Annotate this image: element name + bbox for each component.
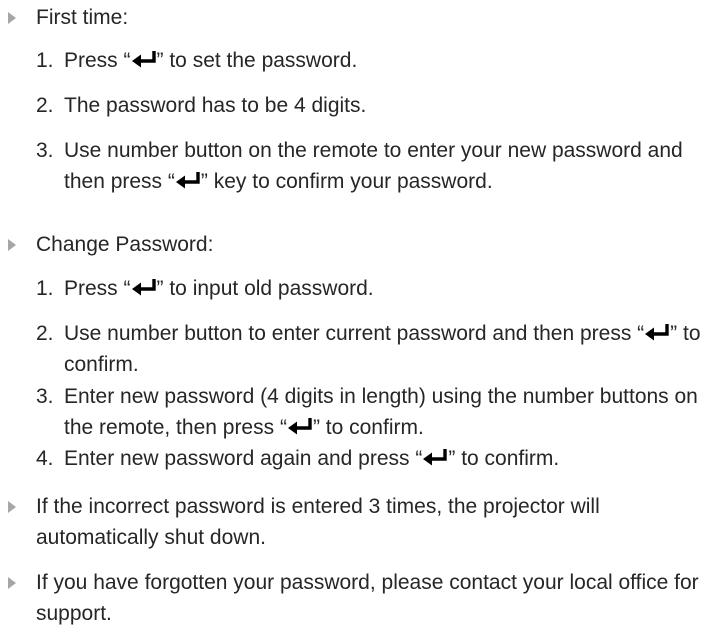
step-number: 3.	[36, 139, 54, 162]
step-text: Press “	[64, 277, 131, 300]
list-item: 4. Enter new password again and press “ ” …	[0, 443, 559, 474]
list-item: 3. Enter new password (4 digits in length…	[0, 381, 704, 443]
step-number: 1.	[36, 277, 54, 300]
list-item: 1. Press “ ” to set the password.	[0, 45, 357, 76]
step-number: 1.	[36, 49, 54, 72]
note-text: If the incorrect password is entered 3 t…	[36, 495, 600, 549]
enter-key-icon	[644, 321, 670, 341]
section-change-password-heading: Change Password:	[0, 229, 213, 260]
step-text: Use number button to enter current passw…	[64, 322, 645, 345]
section-heading: Change Password:	[36, 233, 214, 256]
enter-key-icon	[131, 48, 157, 68]
list-item: 2. Use number button to enter current pas…	[0, 318, 704, 380]
section-first-time-heading: First time:	[0, 2, 128, 33]
step-text: ” to confirm.	[312, 416, 424, 439]
enter-key-icon	[422, 446, 448, 466]
step-text: ” key to confirm your password.	[200, 170, 493, 193]
enter-key-icon	[175, 169, 201, 189]
step-number: 4.	[36, 447, 54, 470]
list-item: 2. The password has to be 4 digits.	[0, 90, 366, 121]
list-item: 3. Use number button on the remote to ent…	[0, 135, 704, 197]
note-incorrect-password: If the incorrect password is entered 3 t…	[0, 491, 704, 553]
step-text: The password has to be 4 digits.	[64, 94, 367, 117]
step-text: Press “	[64, 49, 131, 72]
bullet-triangle-icon	[8, 12, 16, 24]
section-heading: First time:	[36, 6, 129, 29]
password-instructions: First time: 1. Press “ ” to set the passwo…	[0, 0, 704, 630]
step-text: Enter new password again and press “	[64, 447, 423, 470]
enter-key-icon	[287, 415, 313, 435]
step-number: 2.	[36, 94, 54, 117]
step-number: 3.	[36, 385, 54, 408]
bullet-triangle-icon	[8, 577, 16, 589]
list-item: 1. Press “ ” to input old password.	[0, 273, 374, 304]
step-number: 2.	[36, 322, 54, 345]
bullet-triangle-icon	[8, 501, 16, 513]
step-text: ” to input old password.	[156, 277, 374, 300]
bullet-triangle-icon	[8, 239, 16, 251]
step-text: ” to confirm.	[448, 447, 560, 470]
note-forgot-password: If you have forgotten your password, ple…	[0, 567, 704, 629]
enter-key-icon	[131, 276, 157, 296]
note-text: If you have forgotten your password, ple…	[36, 571, 699, 625]
step-text: ” to set the password.	[156, 49, 358, 72]
